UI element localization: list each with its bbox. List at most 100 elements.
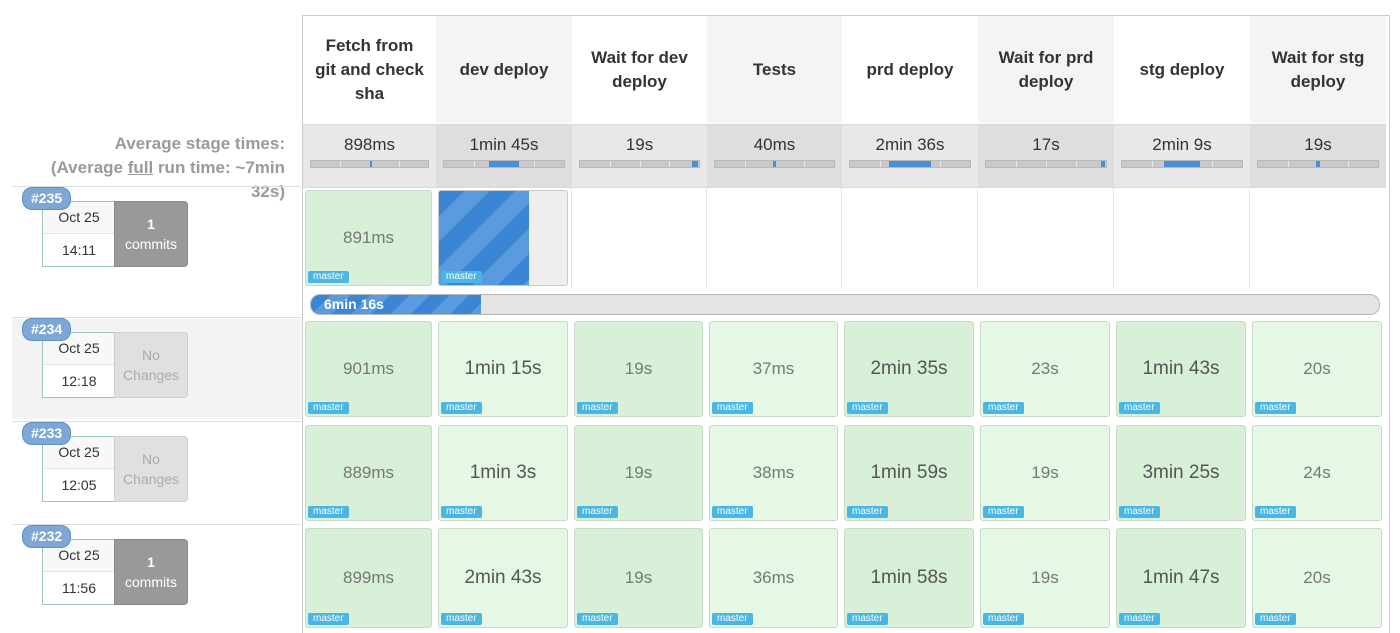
stage-duration: 899ms — [342, 568, 395, 587]
stage-result-cell[interactable]: 19s master — [574, 321, 703, 417]
changes-count: 1 — [147, 216, 155, 232]
stage-result-cell[interactable]: 891ms master — [305, 190, 432, 286]
stage-header[interactable]: Tests — [707, 16, 842, 123]
stage-result-cell[interactable]: 889ms master — [305, 425, 432, 521]
stage-result-cell[interactable]: 3min 25s master — [1116, 425, 1246, 521]
branch-tag: master — [441, 613, 482, 625]
build-changes[interactable]: 1 commits — [114, 539, 188, 605]
branch-tag: master — [441, 271, 482, 283]
build-time: 12:18 — [61, 373, 97, 389]
changes-label: Changes — [122, 367, 180, 383]
build-date-box[interactable]: Oct 25 14:11 — [42, 201, 116, 267]
branch-tag: master — [441, 506, 482, 518]
branch-tag: master — [1119, 402, 1160, 414]
stage-duration: 19s — [1031, 568, 1059, 587]
stage-result-cell[interactable]: 23s master — [980, 321, 1110, 417]
build-number-badge[interactable]: #233 — [22, 422, 72, 445]
stage-result-cell[interactable]: 1min 43s master — [1116, 321, 1246, 417]
branch-tag: master — [1255, 613, 1296, 625]
stage-average-fill — [1316, 161, 1320, 167]
stage-average-cell: 19s — [572, 124, 707, 188]
stage-header[interactable]: Fetch from git and check sha — [303, 16, 436, 123]
stage-result-cell[interactable]: 19s master — [980, 528, 1110, 628]
stage-average-fill — [773, 161, 776, 167]
stage-result-cell[interactable]: 24s master — [1252, 425, 1382, 521]
stage-duration: 1min 59s — [870, 462, 948, 483]
stage-duration: 1min 3s — [469, 462, 537, 483]
bar-tick — [1152, 161, 1153, 167]
stage-average-bar — [1257, 160, 1379, 168]
stage-result-cell[interactable]: 1min 3s master — [438, 425, 568, 521]
stage-header[interactable]: dev deploy — [436, 16, 572, 123]
build-time: 11:56 — [62, 580, 96, 596]
stage-duration: 2min 35s — [870, 358, 948, 379]
changes-count: No — [142, 347, 160, 363]
build-number-badge[interactable]: #232 — [22, 525, 72, 548]
stage-duration: 19s — [624, 463, 653, 482]
stage-duration: 20s — [1303, 568, 1331, 587]
stage-result-cell[interactable]: 1min 58s master — [844, 528, 974, 628]
stage-result-cell[interactable]: master — [438, 190, 568, 286]
stage-result-cell[interactable]: 20s master — [1252, 528, 1382, 628]
stage-result-cell[interactable]: 2min 43s master — [438, 528, 568, 628]
build-date-box[interactable]: Oct 25 12:18 — [42, 332, 116, 398]
stage-header[interactable]: stg deploy — [1114, 16, 1250, 123]
bar-tick — [1348, 161, 1349, 167]
stage-result-cell[interactable]: 901ms master — [305, 321, 432, 417]
stage-result-cell[interactable]: 2min 35s master — [844, 321, 974, 417]
stage-header[interactable]: Wait for prd deploy — [978, 16, 1114, 123]
branch-tag: master — [1119, 613, 1160, 625]
build-date-box[interactable]: Oct 25 11:56 — [42, 539, 116, 605]
full-run-link[interactable]: full — [128, 158, 154, 177]
build-number-badge[interactable]: #235 — [22, 187, 72, 210]
stage-result-cell[interactable]: 1min 15s master — [438, 321, 568, 417]
stage-result-cell[interactable]: 19s master — [574, 425, 703, 521]
stage-duration: 1min 58s — [870, 567, 948, 588]
stage-result-cell[interactable]: 1min 47s master — [1116, 528, 1246, 628]
stage-duration: 23s — [1031, 359, 1059, 378]
build-changes[interactable]: No Changes — [114, 332, 188, 398]
stage-result-cell[interactable]: 20s master — [1252, 321, 1382, 417]
bar-tick — [398, 161, 400, 167]
branch-tag: master — [847, 506, 888, 518]
stage-result-cell[interactable]: 36ms master — [709, 528, 838, 628]
running-progress-bar: 6min 16s — [310, 294, 1380, 315]
stage-duration: 19s — [1031, 463, 1059, 482]
column-separator — [1113, 188, 1114, 288]
build-time: 14:11 — [62, 242, 96, 258]
stage-result-cell[interactable]: 37ms master — [709, 321, 838, 417]
stage-result-cell[interactable]: 19s master — [980, 425, 1110, 521]
average-line-2-post: run time: ~7min — [153, 158, 285, 177]
stage-duration: 1min 47s — [1142, 567, 1220, 588]
build-number-badge[interactable]: #234 — [22, 318, 72, 341]
bar-tick — [1288, 161, 1289, 167]
bar-tick — [880, 161, 881, 167]
stage-result-cell[interactable]: 1min 59s master — [844, 425, 974, 521]
stage-result-cell[interactable]: 38ms master — [709, 425, 838, 521]
bar-tick — [804, 161, 806, 167]
changes-label: commits — [124, 236, 178, 252]
build-changes[interactable]: No Changes — [114, 436, 188, 502]
branch-tag: master — [1255, 506, 1296, 518]
branch-tag: master — [441, 402, 482, 414]
build-row: Oct 25 14:11 1 commits #235 — [12, 186, 301, 287]
stage-header[interactable]: prd deploy — [842, 16, 978, 123]
stage-header[interactable]: Wait for stg deploy — [1250, 16, 1386, 123]
build-changes[interactable]: 1 commits — [114, 201, 188, 267]
stage-average-cell: 2min 9s — [1114, 124, 1250, 188]
bar-tick — [534, 161, 535, 167]
stage-result-cell[interactable]: 19s master — [574, 528, 703, 628]
stage-average-cell: 898ms — [303, 124, 436, 188]
stage-average-fill — [1101, 161, 1105, 167]
stage-header[interactable]: Wait for dev deploy — [572, 16, 707, 123]
running-progress-label: 6min 16s — [324, 296, 384, 312]
stage-result-cell[interactable]: 899ms master — [305, 528, 432, 628]
branch-tag: master — [308, 402, 349, 414]
stage-average-time: 898ms — [343, 135, 396, 154]
build-date-box[interactable]: Oct 25 12:05 — [42, 436, 116, 502]
stage-duration: 891ms — [342, 228, 395, 247]
stage-duration: 3min 25s — [1142, 462, 1220, 483]
stage-average-time: 17s — [1032, 135, 1060, 154]
bar-tick — [1016, 161, 1017, 167]
stage-average-bar — [714, 160, 835, 168]
